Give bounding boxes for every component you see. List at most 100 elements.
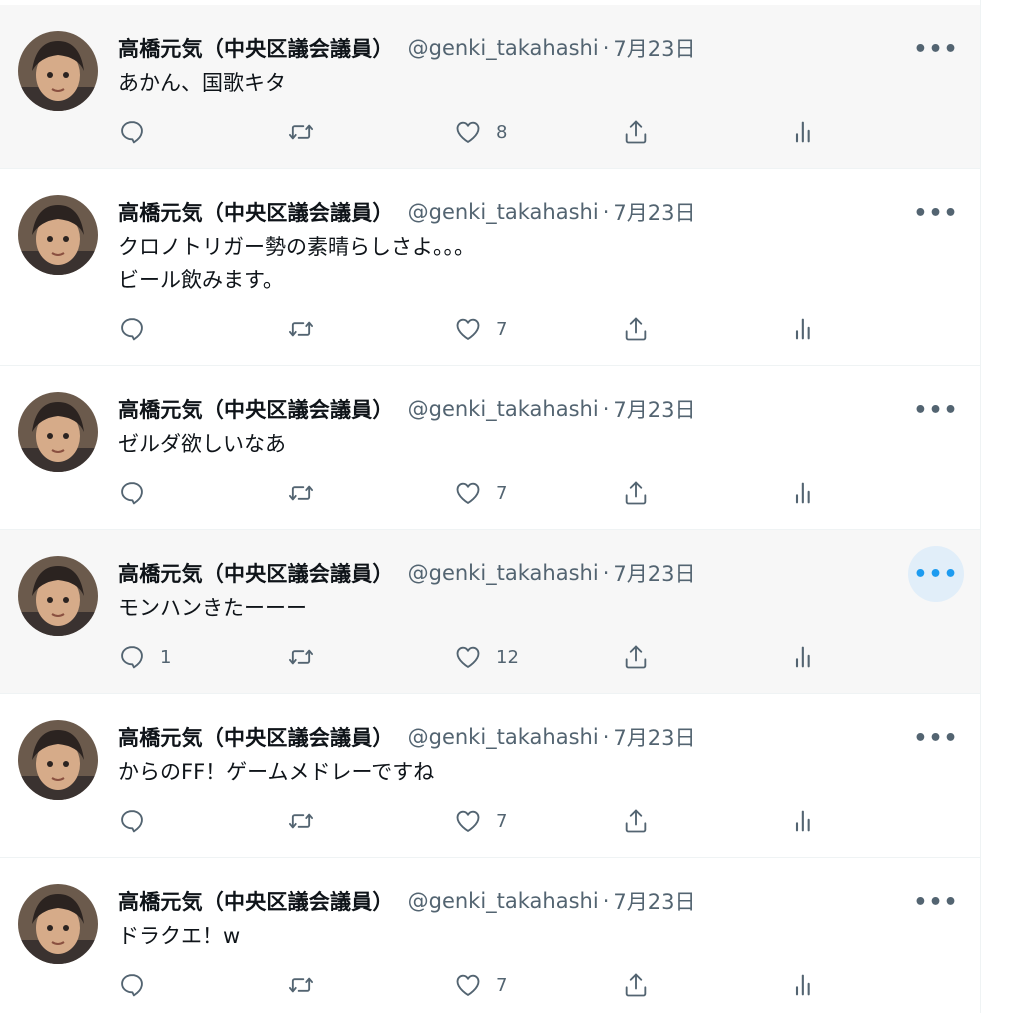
tweet[interactable]: 高橋元気（中央区議会議員） @genki_takahashi · 7月23日 •… (0, 694, 980, 858)
timeline-feed: 高橋元気（中央区議会議員） @genki_takahashi · 7月23日 •… (0, 0, 980, 1013)
author-name[interactable]: 高橋元気（中央区議会議員） (118, 394, 394, 424)
reply-button[interactable] (118, 801, 160, 841)
share-button[interactable] (622, 801, 650, 841)
reply-button[interactable] (118, 473, 160, 513)
tweet-text-line: からのFF！ゲームメドレーですね (118, 760, 435, 784)
reply-icon (118, 118, 146, 146)
more-icon[interactable]: ••• (908, 382, 964, 438)
like-icon (454, 971, 482, 999)
tweet[interactable]: 高橋元気（中央区議会議員） @genki_takahashi · 7月23日 •… (0, 530, 980, 694)
analytics-icon (790, 315, 818, 343)
tweet-text: クロノトリガー勢の素晴らしさよ。。。 ビール飲みます。 (118, 231, 475, 297)
like-button[interactable]: 12 (454, 637, 519, 677)
share-icon (622, 807, 650, 835)
author-name[interactable]: 高橋元気（中央区議会議員） (118, 33, 394, 63)
tweet-text-line: ビール飲みます。 (118, 268, 284, 292)
tweet-actions: 8 (0, 112, 980, 152)
reply-button[interactable] (118, 112, 160, 152)
tweet-text-line: モンハンきたーーー (118, 596, 307, 620)
like-button[interactable]: 7 (454, 309, 507, 349)
tweet[interactable]: 高橋元気（中央区議会議員） @genki_takahashi · 7月23日 •… (0, 858, 980, 1013)
author-name[interactable]: 高橋元気（中央区議会議員） (118, 886, 394, 916)
analytics-button[interactable] (790, 473, 818, 513)
analytics-button[interactable] (790, 112, 818, 152)
reply-count: 1 (160, 646, 172, 668)
more-icon[interactable]: ••• (908, 185, 964, 241)
separator-dot: · (602, 397, 610, 421)
avatar[interactable] (18, 31, 98, 111)
like-count: 7 (496, 482, 508, 504)
analytics-button[interactable] (790, 965, 818, 1005)
share-icon (622, 315, 650, 343)
more-icon[interactable]: ••• (908, 874, 964, 930)
reply-button[interactable] (118, 965, 160, 1005)
author-handle[interactable]: @genki_takahashi (408, 561, 599, 585)
tweet-text-line: ドラクエ！w (118, 924, 241, 948)
more-icon[interactable]: ••• (908, 710, 964, 766)
share-icon (622, 118, 650, 146)
separator-dot: · (602, 200, 610, 224)
tweet-date[interactable]: 7月23日 (613, 886, 695, 916)
reply-button[interactable] (118, 309, 160, 349)
tweet-date[interactable]: 7月23日 (613, 197, 695, 227)
author-handle[interactable]: @genki_takahashi (408, 725, 599, 749)
like-count: 7 (496, 318, 508, 340)
author-handle[interactable]: @genki_takahashi (408, 889, 599, 913)
like-button[interactable]: 7 (454, 965, 507, 1005)
retweet-button[interactable] (286, 637, 316, 677)
tweet[interactable]: 高橋元気（中央区議会議員） @genki_takahashi · 7月23日 •… (0, 169, 980, 366)
share-button[interactable] (622, 965, 650, 1005)
like-icon (454, 118, 482, 146)
analytics-icon (790, 643, 818, 671)
author-name[interactable]: 高橋元気（中央区議会議員） (118, 722, 394, 752)
retweet-button[interactable] (286, 112, 316, 152)
like-button[interactable]: 8 (454, 112, 507, 152)
reply-button[interactable]: 1 (118, 637, 171, 677)
author-name[interactable]: 高橋元気（中央区議会議員） (118, 197, 394, 227)
separator-dot: · (602, 725, 610, 749)
analytics-button[interactable] (790, 309, 818, 349)
tweet-date[interactable]: 7月23日 (613, 394, 695, 424)
more-icon[interactable]: ••• (908, 546, 964, 602)
like-count: 12 (496, 646, 519, 668)
avatar[interactable] (18, 556, 98, 636)
reply-icon (118, 315, 146, 343)
tweet-text: あかん、国歌キタ (118, 67, 286, 100)
avatar[interactable] (18, 884, 98, 964)
tweet-date[interactable]: 7月23日 (613, 33, 695, 63)
tweet-date[interactable]: 7月23日 (613, 722, 695, 752)
more-icon[interactable]: ••• (908, 21, 964, 77)
retweet-button[interactable] (286, 473, 316, 513)
retweet-button[interactable] (286, 309, 316, 349)
like-icon (454, 643, 482, 671)
tweet[interactable]: 高橋元気（中央区議会議員） @genki_takahashi · 7月23日 •… (0, 366, 980, 530)
author-handle[interactable]: @genki_takahashi (408, 36, 599, 60)
tweet-text-line: あかん、国歌キタ (118, 71, 286, 95)
share-button[interactable] (622, 637, 650, 677)
share-button[interactable] (622, 473, 650, 513)
tweet-actions: 7 (0, 309, 980, 349)
analytics-button[interactable] (790, 801, 818, 841)
author-handle[interactable]: @genki_takahashi (408, 200, 599, 224)
avatar[interactable] (18, 195, 98, 275)
share-button[interactable] (622, 309, 650, 349)
share-icon (622, 479, 650, 507)
author-name[interactable]: 高橋元気（中央区議会議員） (118, 558, 394, 588)
like-count: 7 (496, 810, 508, 832)
tweet-date[interactable]: 7月23日 (613, 558, 695, 588)
retweet-button[interactable] (286, 801, 316, 841)
retweet-button[interactable] (286, 965, 316, 1005)
analytics-button[interactable] (790, 637, 818, 677)
tweet-text: モンハンきたーーー (118, 592, 307, 625)
analytics-icon (790, 971, 818, 999)
tweet[interactable]: 高橋元気（中央区議会議員） @genki_takahashi · 7月23日 •… (0, 5, 980, 169)
like-button[interactable]: 7 (454, 473, 507, 513)
separator-dot: · (602, 36, 610, 60)
reply-icon (118, 479, 146, 507)
author-handle[interactable]: @genki_takahashi (408, 397, 599, 421)
avatar[interactable] (18, 392, 98, 472)
share-button[interactable] (622, 112, 650, 152)
avatar[interactable] (18, 720, 98, 800)
like-icon (454, 315, 482, 343)
like-button[interactable]: 7 (454, 801, 507, 841)
